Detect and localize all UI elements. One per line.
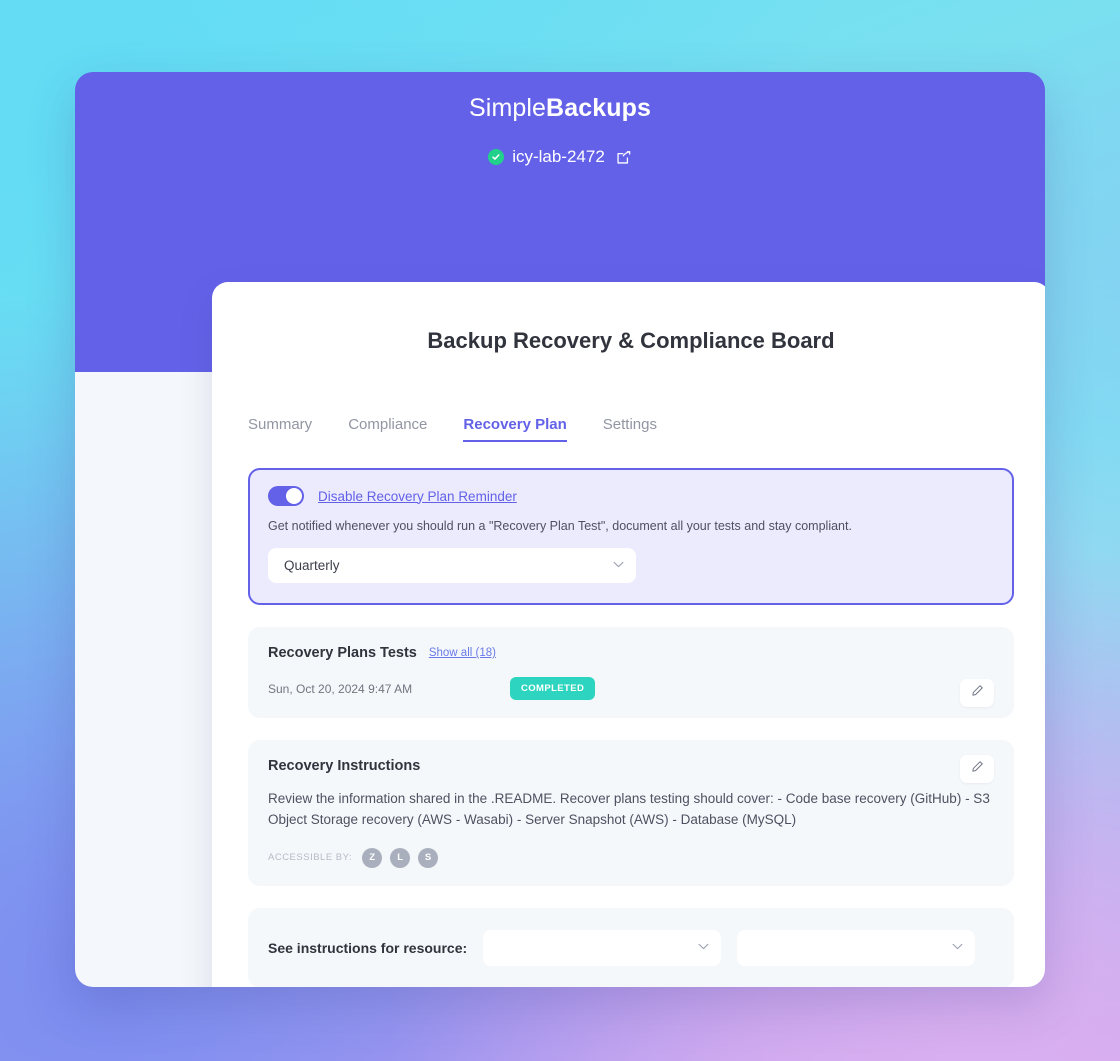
instructions-title: Recovery Instructions xyxy=(268,758,421,774)
recovery-plan-reminder-box: Disable Recovery Plan Reminder Get notif… xyxy=(248,468,1014,605)
avatar[interactable]: L xyxy=(390,847,411,868)
resource-instructions-card: See instructions for resource: xyxy=(248,907,1014,987)
edit-instructions-button[interactable] xyxy=(960,755,994,783)
chevron-down-icon xyxy=(613,560,624,571)
tab-compliance[interactable]: Compliance xyxy=(348,416,427,442)
avatar[interactable]: Z xyxy=(362,847,383,868)
tests-title: Recovery Plans Tests xyxy=(268,645,417,661)
resource-select-primary[interactable] xyxy=(483,929,722,966)
application-panel: SimpleBackups icy-lab-2472 Backup Recove… xyxy=(75,72,1045,987)
reminder-header-row: Disable Recovery Plan Reminder xyxy=(268,486,994,506)
pencil-icon xyxy=(971,760,984,778)
external-link-icon[interactable] xyxy=(615,149,632,166)
chevron-down-icon xyxy=(952,942,963,953)
test-date: Sun, Oct 20, 2024 9:47 AM xyxy=(268,681,413,696)
tab-bar: Summary Compliance Recovery Plan Setting… xyxy=(248,416,1045,442)
brand-logo-light: Simple xyxy=(469,94,547,122)
instructions-header-row: Recovery Instructions xyxy=(268,758,994,774)
main-content-card: Backup Recovery & Compliance Board Summa… xyxy=(212,282,1045,987)
edit-test-button[interactable] xyxy=(960,679,994,707)
workspace-indicator: icy-lab-2472 xyxy=(75,147,1045,167)
chevron-down-icon xyxy=(698,942,709,953)
tab-recovery-plan[interactable]: Recovery Plan xyxy=(463,416,567,442)
table-row: Sun, Oct 20, 2024 9:47 AM COMPLETED xyxy=(268,677,994,700)
tests-header-row: Recovery Plans Tests Show all (18) xyxy=(268,645,994,661)
check-circle-icon xyxy=(488,149,505,165)
reminder-toggle[interactable] xyxy=(268,486,304,506)
disable-reminder-link[interactable]: Disable Recovery Plan Reminder xyxy=(318,489,517,504)
resource-label: See instructions for resource: xyxy=(268,939,468,956)
pencil-icon xyxy=(971,684,984,702)
tab-settings[interactable]: Settings xyxy=(603,416,657,442)
reminder-frequency-select[interactable]: Quarterly xyxy=(268,548,636,583)
recovery-plan-sections: Disable Recovery Plan Reminder Get notif… xyxy=(248,468,1014,987)
accessible-by-row: ACCESSIBLE BY: Z L S xyxy=(268,847,994,868)
avatar[interactable]: S xyxy=(418,847,439,868)
resource-select-secondary[interactable] xyxy=(737,929,976,966)
accessible-by-label: ACCESSIBLE BY: xyxy=(268,852,353,864)
brand-logo: SimpleBackups xyxy=(75,72,1045,123)
workspace-name: icy-lab-2472 xyxy=(512,147,605,166)
page-title: Backup Recovery & Compliance Board xyxy=(427,328,835,353)
reminder-description: Get notified whenever you should run a "… xyxy=(268,519,852,533)
recovery-plans-tests-card: Recovery Plans Tests Show all (18) Sun, … xyxy=(248,627,1014,718)
tab-summary[interactable]: Summary xyxy=(248,416,312,442)
recovery-instructions-card: Recovery Instructions Review the informa… xyxy=(248,740,1014,886)
brand-logo-bold: Backups xyxy=(546,94,651,122)
show-all-tests-link[interactable]: Show all (18) xyxy=(429,647,496,659)
status-badge: COMPLETED xyxy=(510,677,596,700)
reminder-frequency-value: Quarterly xyxy=(284,558,340,573)
instructions-body: Review the information shared in the .RE… xyxy=(268,791,990,827)
